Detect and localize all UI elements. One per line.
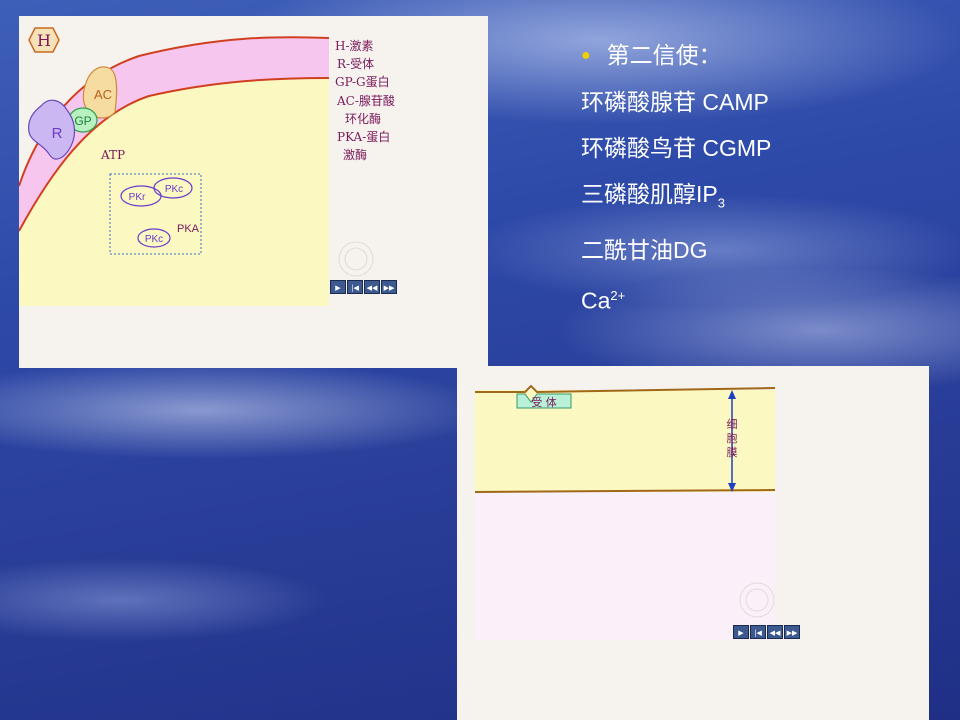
messenger-dg-text: 二酰甘油DG	[581, 236, 708, 263]
second-messenger-list: ● 第二信使： 环磷酸腺苷 CAMP 环磷酸鸟苷 CGMP 三磷酸肌醇IP3 二酰…	[581, 38, 771, 323]
bullet-icon: ●	[581, 47, 591, 64]
signal-diagram-panel: H AC GP R ATP PKr PKc PKc PKA H-激素 R-受体 …	[19, 16, 488, 368]
signal-diagram: H AC GP R ATP PKr PKc PKc PKA H-激素 R-受体 …	[19, 27, 395, 306]
membrane-label-3: 膜	[727, 446, 738, 459]
bullet-title-text: 第二信使：	[606, 42, 722, 68]
membrane-diagram: 受 体 细 胞 膜	[474, 384, 776, 640]
messenger-ip3-text: 三磷酸肌醇IP	[581, 181, 718, 207]
pka-label: PKA	[177, 223, 200, 235]
atp-label: ATP	[100, 148, 125, 162]
rewind-start-button[interactable]: |◀	[750, 625, 766, 639]
membrane-label-2: 胞	[727, 432, 738, 445]
messenger-ip3-subscript: 3	[717, 195, 725, 211]
messenger-cgmp-text: 环磷酸鸟苷 CGMP	[581, 135, 772, 161]
messenger-camp-text: 环磷酸腺苷 CAMP	[581, 89, 769, 115]
legend-line-5: 环化酶	[345, 111, 381, 126]
legend-line-7: 激酶	[343, 147, 367, 162]
messenger-ca-superscript: 2+	[610, 287, 626, 303]
rewind-start-button[interactable]: |◀	[347, 280, 363, 294]
messenger-cgmp: 环磷酸鸟苷 CGMP	[581, 125, 771, 171]
legend: H-激素 R-受体 GP-G蛋白 AC-腺苷酸 环化酶 PKA-蛋白 激酶	[335, 39, 395, 162]
legend-line-4: AC-腺苷酸	[336, 93, 395, 108]
legend-line-2: R-受体	[337, 57, 374, 71]
hormone-label: H	[37, 31, 51, 50]
receptor-block: 受 体	[516, 393, 572, 409]
gp-label: GP	[74, 114, 91, 128]
receptor-label: R	[52, 125, 63, 142]
membrane-label-1: 细	[727, 418, 738, 431]
ac-label: AC	[94, 87, 112, 102]
watermark-logo	[338, 241, 374, 277]
hormone-shape: H	[28, 27, 60, 53]
bullet-title: ● 第二信使：	[581, 38, 771, 73]
messenger-camp: 环磷酸腺苷 CAMP	[581, 79, 771, 125]
pkc-bottom-label: PKc	[145, 234, 163, 245]
playback-controls: ▶ |◀ ◀◀ ▶▶	[733, 625, 800, 639]
legend-line-6: PKA-蛋白	[337, 129, 390, 144]
playback-controls: ▶ |◀ ◀◀ ▶▶	[330, 280, 397, 294]
cytoplasm-region	[475, 492, 775, 640]
play-button[interactable]: ▶	[733, 625, 749, 639]
legend-line-3: GP-G蛋白	[335, 74, 390, 89]
membrane-diagram-panel: 受 体 细 胞 膜 ▶ |◀ ◀◀ ▶▶	[457, 366, 929, 720]
messenger-ip3: 三磷酸肌醇IP3	[581, 171, 771, 227]
step-back-button[interactable]: ◀◀	[767, 625, 783, 639]
legend-line-1: H-激素	[335, 39, 374, 53]
receptor-label: 受 体	[531, 395, 557, 409]
messenger-ca-text: Ca	[581, 287, 611, 314]
step-back-button[interactable]: ◀◀	[364, 280, 380, 294]
play-button[interactable]: ▶	[330, 280, 346, 294]
messenger-dg: 二酰甘油DG	[581, 227, 771, 273]
pkc-top-label: PKc	[165, 184, 183, 195]
pkr-label: PKr	[129, 192, 146, 203]
fast-forward-button[interactable]: ▶▶	[784, 625, 800, 639]
fast-forward-button[interactable]: ▶▶	[381, 280, 397, 294]
messenger-ca: Ca2+	[581, 273, 771, 324]
